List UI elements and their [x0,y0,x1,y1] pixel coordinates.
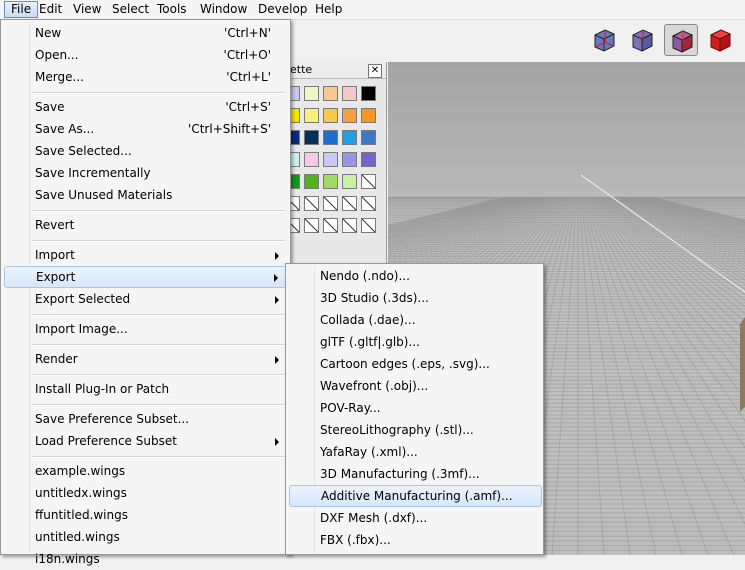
menu-item-merge[interactable]: Merge... 'Ctrl+L' [4,66,287,88]
menu-item-render[interactable]: Render [4,348,287,370]
color-swatch[interactable] [342,108,357,123]
menu-separator [32,210,286,212]
menu-item-load-preference-subset[interactable]: Load Preference Subset [4,430,287,452]
wire-cube-icon [594,29,615,52]
menu-separator [32,456,286,458]
palette-title: ette [290,63,313,76]
export-item-3mf[interactable]: 3D Manufacturing (.3mf)... [289,463,542,485]
menu-separator [32,404,286,406]
color-swatch[interactable] [304,108,319,123]
menu-separator [32,240,286,242]
menu-edit[interactable]: Edit [33,1,68,18]
export-item-collada[interactable]: Collada (.dae)... [289,309,542,331]
menu-bar: File Edit View Select Tools Window Devel… [0,0,745,20]
menu-item-save[interactable]: Save 'Ctrl+S' [4,96,287,118]
export-item-3ds[interactable]: 3D Studio (.3ds)... [289,287,542,309]
color-swatch[interactable] [323,108,338,123]
submenu-arrow-icon [275,252,279,260]
menu-separator [32,92,286,94]
menu-develop[interactable]: Develop [252,1,313,18]
color-swatch[interactable] [323,152,338,167]
menu-tools[interactable]: Tools [151,1,193,18]
menu-help[interactable]: Help [309,1,348,18]
submenu-arrow-icon [274,274,278,282]
recent-file-item[interactable]: ffuntitled.wings [4,504,287,526]
recent-file-item[interactable]: untitled.wings [4,526,287,548]
export-item-stl[interactable]: StereoLithography (.stl)... [289,419,542,441]
recent-file-item[interactable]: untitledx.wings [4,482,287,504]
shaded-wire-mode-button[interactable] [625,24,659,56]
shaded-wire-cube-icon [632,29,653,52]
color-swatch[interactable] [304,86,319,101]
menu-item-save-selected[interactable]: Save Selected... [4,140,287,162]
color-swatch[interactable] [323,218,338,233]
menu-item-revert[interactable]: Revert [4,214,287,236]
export-submenu: Nendo (.ndo)... 3D Studio (.3ds)... Coll… [285,263,544,555]
menu-select[interactable]: Select [106,1,155,18]
color-swatch[interactable] [342,130,357,145]
color-swatch[interactable] [361,86,376,101]
color-swatch[interactable] [323,196,338,211]
submenu-arrow-icon [275,296,279,304]
color-swatch[interactable] [342,86,357,101]
menu-item-open[interactable]: Open... 'Ctrl+O' [4,44,287,66]
menu-item-import-image[interactable]: Import Image... [4,318,287,340]
menu-item-save-unused-materials[interactable]: Save Unused Materials [4,184,287,206]
export-item-dxf[interactable]: DXF Mesh (.dxf)... [289,507,542,529]
export-item-yafaray[interactable]: YafaRay (.xml)... [289,441,542,463]
menu-item-save-as[interactable]: Save As... 'Ctrl+Shift+S' [4,118,287,140]
export-item-nendo[interactable]: Nendo (.ndo)... [289,265,542,287]
export-item-fbx[interactable]: FBX (.fbx)... [289,529,542,551]
color-swatch[interactable] [361,108,376,123]
solid-mode-button[interactable] [703,24,737,56]
recent-file-item[interactable]: example.wings [4,460,287,482]
menu-separator [32,374,286,376]
color-swatch[interactable] [342,196,357,211]
color-swatch[interactable] [361,218,376,233]
export-item-amf[interactable]: Additive Manufacturing (.amf)... [289,485,542,507]
color-swatch[interactable] [304,130,319,145]
menu-item-import[interactable]: Import [4,244,287,266]
menu-window[interactable]: Window [194,1,253,18]
color-swatch[interactable] [323,86,338,101]
color-swatch[interactable] [361,196,376,211]
color-swatch[interactable] [342,218,357,233]
menu-item-export[interactable]: Export [4,266,287,288]
export-item-gltf[interactable]: glTF (.gltf|.glb)... [289,331,542,353]
wireframe-mode-button[interactable] [587,24,621,56]
close-icon[interactable]: ✕ [368,64,382,78]
color-swatch[interactable] [361,152,376,167]
smooth-shaded-mode-button[interactable] [664,24,698,56]
file-menu: New 'Ctrl+N' Open... 'Ctrl+O' Merge... 'Ctr… [0,19,291,566]
submenu-arrow-icon [275,438,279,446]
red-cube-icon [709,29,732,52]
color-swatch[interactable] [323,130,338,145]
export-item-wavefront[interactable]: Wavefront (.obj)... [289,375,542,397]
smooth-cube-icon [671,30,694,53]
export-item-cartoon-edges[interactable]: Cartoon edges (.eps, .svg)... [289,353,542,375]
menu-item-save-preference-subset[interactable]: Save Preference Subset... [4,408,287,430]
color-swatch[interactable] [361,130,376,145]
export-item-povray[interactable]: POV-Ray... [289,397,542,419]
color-swatch[interactable] [323,174,338,189]
menu-item-export-selected[interactable]: Export Selected [4,288,287,310]
menu-item-new[interactable]: New 'Ctrl+N' [4,22,287,44]
menu-item-save-incrementally[interactable]: Save Incrementally [4,162,287,184]
palette-titlebar: ette ✕ [284,62,386,79]
menu-view[interactable]: View [67,1,107,18]
color-swatch[interactable] [342,174,357,189]
color-swatch[interactable] [304,152,319,167]
color-swatch[interactable] [342,152,357,167]
menu-separator [32,344,286,346]
submenu-arrow-icon [275,356,279,364]
color-swatch[interactable] [361,174,376,189]
menu-separator [32,314,286,316]
color-swatch[interactable] [304,174,319,189]
recent-file-item[interactable]: i18n.wings [4,548,287,570]
color-swatch[interactable] [304,218,319,233]
color-swatch[interactable] [304,196,319,211]
menu-item-install-plugin[interactable]: Install Plug-In or Patch [4,378,287,400]
